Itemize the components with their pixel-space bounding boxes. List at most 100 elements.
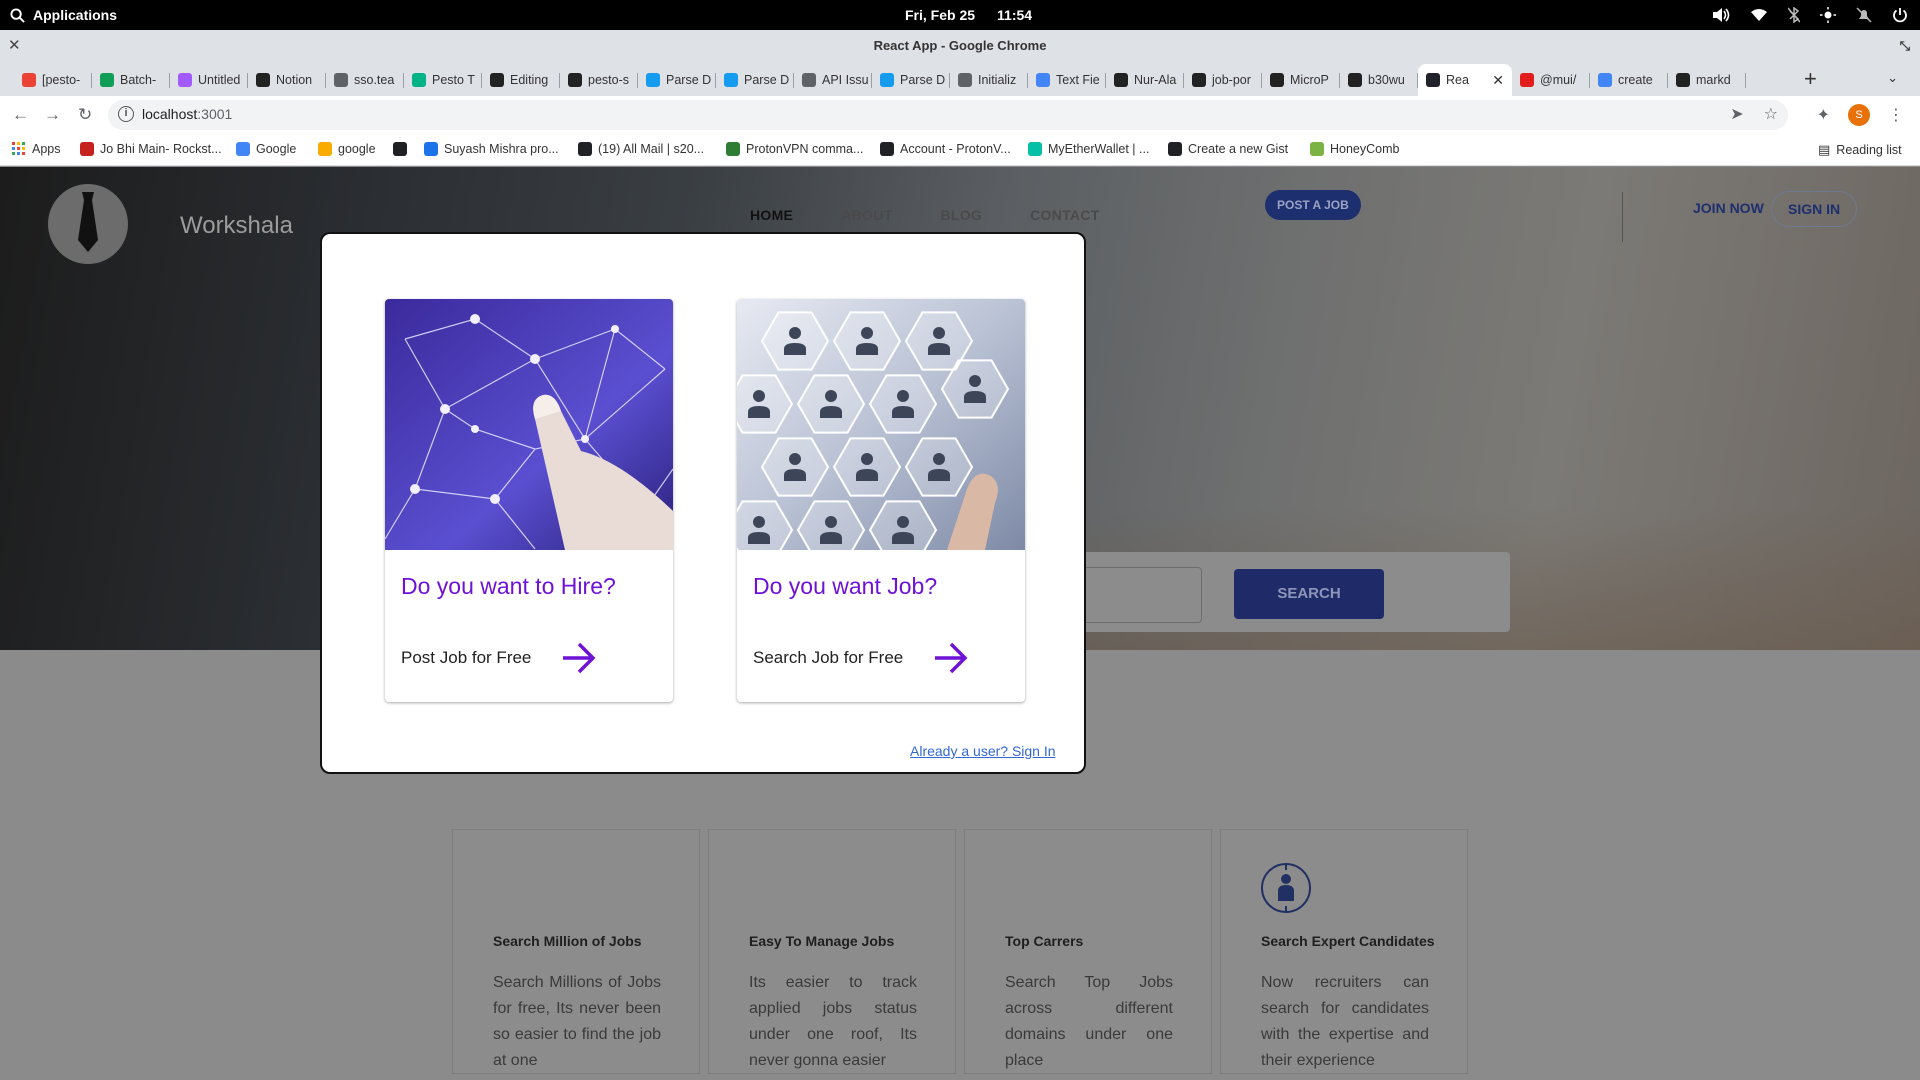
bookmark-favicon-icon xyxy=(578,142,592,156)
nav-contact[interactable]: CONTACT xyxy=(1030,207,1100,223)
browser-tab[interactable]: Parse D xyxy=(638,64,716,96)
browser-tab[interactable]: Pesto T xyxy=(404,64,482,96)
bookmark-item[interactable]: (19) All Mail | s20... xyxy=(578,142,704,156)
bookmark-label: HoneyComb xyxy=(1330,142,1400,156)
window-restore-icon[interactable]: ⤡ xyxy=(1900,30,1910,62)
bookmark-star-icon[interactable]: ☆ xyxy=(1764,104,1778,124)
bookmark-item[interactable]: google xyxy=(318,142,376,156)
site-brand[interactable]: Workshala xyxy=(180,212,293,240)
tab-active[interactable]: Rea ✕ xyxy=(1418,64,1512,96)
browser-tab[interactable]: Nur-Ala xyxy=(1106,64,1184,96)
tab-search-chevron-icon[interactable]: ⌄ xyxy=(1887,70,1898,86)
address-bar[interactable]: i localhost:3001 ➤ ☆ xyxy=(108,100,1788,130)
hexagon-candidates-image xyxy=(737,299,1025,550)
tab-label: Editing xyxy=(510,73,549,87)
browser-tab[interactable]: Initializ xyxy=(950,64,1028,96)
nav-home[interactable]: HOME xyxy=(750,207,793,223)
arrow-right-icon[interactable] xyxy=(561,642,597,674)
feature-body: Now recruiters can search for candidates… xyxy=(1261,974,1429,1069)
bookmark-item[interactable] xyxy=(393,142,413,156)
post-a-job-button[interactable]: POST A JOB xyxy=(1265,190,1361,220)
tab-list: [pesto- Batch- Untitled Notion sso.tea Pesto … xyxy=(14,64,1746,96)
browser-tab[interactable]: markd xyxy=(1668,64,1746,96)
tab-label: create xyxy=(1618,73,1653,87)
browser-tab[interactable]: Parse D xyxy=(716,64,794,96)
bookmark-item[interactable]: Apps xyxy=(12,142,61,156)
search-button[interactable]: SEARCH xyxy=(1234,569,1384,619)
site-info-icon[interactable]: i xyxy=(118,106,134,122)
feature-card-top-careers: Top Carrers Search Top Jobs across diffe… xyxy=(964,829,1212,1074)
feature-body: Search Top Jobs across different domains… xyxy=(1005,974,1173,1069)
bookmark-item[interactable]: Jo Bhi Main- Rockst... xyxy=(80,142,222,156)
arrow-right-icon[interactable] xyxy=(933,642,969,674)
browser-tab[interactable]: job-por xyxy=(1184,64,1262,96)
tab-label: markd xyxy=(1696,73,1731,87)
new-tab-button[interactable]: + xyxy=(1804,66,1817,92)
bookmark-item[interactable]: Account - ProtonV... xyxy=(880,142,1011,156)
send-tab-icon[interactable]: ➤ xyxy=(1730,104,1743,124)
tab-favicon-icon xyxy=(958,73,972,87)
forward-arrow-icon[interactable]: → xyxy=(44,105,61,125)
brightness-icon[interactable] xyxy=(1820,7,1836,23)
nav-blog[interactable]: BLOG xyxy=(940,207,982,223)
url-text[interactable]: localhost:3001 xyxy=(142,106,232,122)
browser-tab[interactable]: create xyxy=(1590,64,1668,96)
volume-icon[interactable] xyxy=(1712,7,1730,23)
browser-tab[interactable]: Untitled xyxy=(170,64,248,96)
notifications-off-icon[interactable] xyxy=(1856,7,1872,23)
bookmark-label: MyEtherWallet | ... xyxy=(1048,142,1150,156)
network-people-image xyxy=(385,299,673,550)
bookmark-item[interactable]: Suyash Mishra pro... xyxy=(424,142,559,156)
sign-in-button[interactable]: SIGN IN xyxy=(1771,191,1858,227)
kebab-menu-icon[interactable]: ⋮ xyxy=(1888,105,1904,125)
nav-about[interactable]: ABOUT xyxy=(841,207,892,223)
already-user-sign-in-link[interactable]: Already a user? Sign In xyxy=(910,743,1056,759)
bookmark-item[interactable]: HoneyComb xyxy=(1310,142,1399,156)
bookmark-label: Apps xyxy=(32,142,61,156)
bookmark-item[interactable]: ProtonVPN comma... xyxy=(726,142,863,156)
back-arrow-icon[interactable]: ← xyxy=(12,105,29,125)
browser-tab[interactable]: Editing xyxy=(482,64,560,96)
tab-favicon-icon xyxy=(178,73,192,87)
job-card[interactable]: Do you want Job? Search Job for Free xyxy=(737,299,1025,702)
post-job-free-action[interactable]: Post Job for Free xyxy=(401,642,597,674)
hire-card[interactable]: Do you want to Hire? Post Job for Free xyxy=(385,299,673,702)
web-page: Workshala HOME ABOUT BLOG CONTACT POST A… xyxy=(0,167,1920,1080)
site-logo[interactable] xyxy=(48,184,128,264)
browser-tab[interactable]: MicroP xyxy=(1262,64,1340,96)
bookmark-item[interactable]: Create a new Gist xyxy=(1168,142,1288,156)
browser-tab[interactable]: Notion xyxy=(248,64,326,96)
bookmark-item[interactable]: Google xyxy=(236,142,296,156)
tab-close-icon[interactable]: ✕ xyxy=(1492,72,1504,89)
bluetooth-off-icon[interactable] xyxy=(1788,7,1800,23)
window-close-icon[interactable]: ✕ xyxy=(8,30,21,62)
profile-avatar[interactable]: S xyxy=(1848,104,1870,126)
bookmark-favicon-icon xyxy=(424,142,438,156)
wifi-icon[interactable] xyxy=(1750,8,1768,22)
browser-tab[interactable]: Batch- xyxy=(92,64,170,96)
join-now-button[interactable]: JOIN NOW xyxy=(1693,200,1764,216)
browser-tab[interactable]: Parse D xyxy=(872,64,950,96)
tab-favicon-icon xyxy=(1676,73,1690,87)
bookmark-item[interactable]: MyEtherWallet | ... xyxy=(1028,142,1149,156)
tab-label: Nur-Ala xyxy=(1134,73,1177,87)
tab-favicon-icon xyxy=(490,73,504,87)
browser-tab[interactable]: @mui/ xyxy=(1512,64,1590,96)
applications-menu[interactable]: Applications xyxy=(10,0,117,30)
browser-tab[interactable]: Text Fie xyxy=(1028,64,1106,96)
reading-list[interactable]: ▤ Reading list xyxy=(1818,142,1902,158)
reload-icon[interactable]: ↻ xyxy=(78,105,92,125)
power-icon[interactable] xyxy=(1892,7,1908,23)
clock[interactable]: Fri, Feb 25 11:54 xyxy=(905,0,1032,30)
browser-tab[interactable]: pesto-s xyxy=(560,64,638,96)
tab-label: Text Fie xyxy=(1056,73,1100,87)
browser-tab[interactable]: [pesto- xyxy=(14,64,92,96)
tab-label: API Issu xyxy=(822,73,869,87)
feature-body: Search Millions of Jobs for free, Its ne… xyxy=(493,974,661,1069)
extensions-puzzle-icon[interactable]: ✦ xyxy=(1817,105,1830,125)
feature-title: Top Carrers xyxy=(1005,933,1084,949)
browser-tab[interactable]: API Issu xyxy=(794,64,872,96)
search-job-free-action[interactable]: Search Job for Free xyxy=(753,642,969,674)
browser-tab[interactable]: sso.tea xyxy=(326,64,404,96)
browser-tab[interactable]: b30wu xyxy=(1340,64,1418,96)
